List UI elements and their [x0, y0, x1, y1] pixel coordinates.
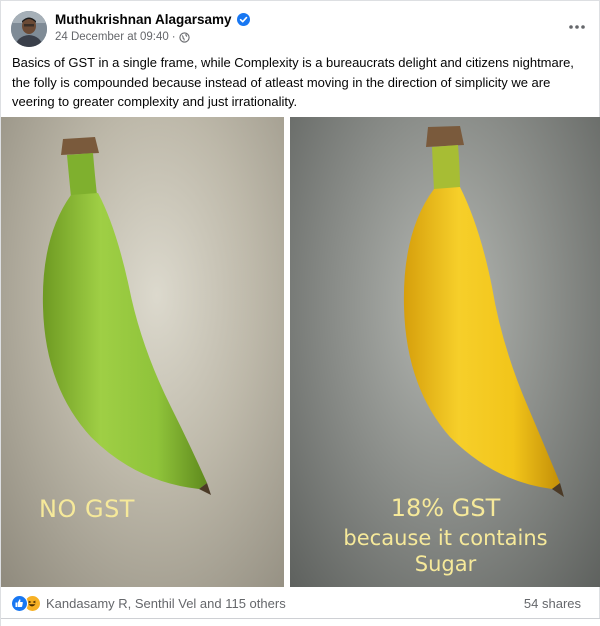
facebook-post: Muthukrishnan Alagarsamy 24 December at …	[0, 0, 600, 626]
like-icon	[11, 595, 28, 612]
post-text: Basics of GST in a single frame, while C…	[12, 55, 574, 109]
right-caption-line1: 18% GST	[390, 494, 501, 522]
left-caption: NO GST	[39, 495, 135, 523]
post-timestamp[interactable]: 24 December at 09:40	[55, 31, 169, 43]
green-banana-panel: NO GST	[1, 117, 284, 587]
actions-bar-edge	[1, 619, 600, 626]
right-caption-line3: Sugar	[414, 552, 477, 576]
reactions-summary[interactable]: Kandasamy R, Senthil Vel and 115 others	[11, 595, 286, 612]
verified-badge-icon	[236, 13, 250, 26]
more-options-icon[interactable]	[565, 17, 589, 37]
post-image[interactable]: NO GST 18% GST because it contains Sugar	[1, 117, 600, 587]
right-caption-line2: because it contains	[343, 526, 548, 550]
meta-separator: ·	[171, 31, 176, 43]
post-header: Muthukrishnan Alagarsamy 24 December at …	[11, 9, 591, 49]
author-name[interactable]: Muthukrishnan Alagarsamy	[55, 12, 232, 27]
globe-icon[interactable]	[178, 31, 190, 43]
author-avatar[interactable]	[11, 11, 47, 47]
post-footer: Kandasamy R, Senthil Vel and 115 others …	[1, 587, 600, 619]
shares-count[interactable]: 54 shares	[524, 596, 581, 611]
reaction-names: Kandasamy R, Senthil Vel and 115 others	[46, 596, 286, 611]
yellow-banana-panel: 18% GST because it contains Sugar	[290, 117, 600, 587]
